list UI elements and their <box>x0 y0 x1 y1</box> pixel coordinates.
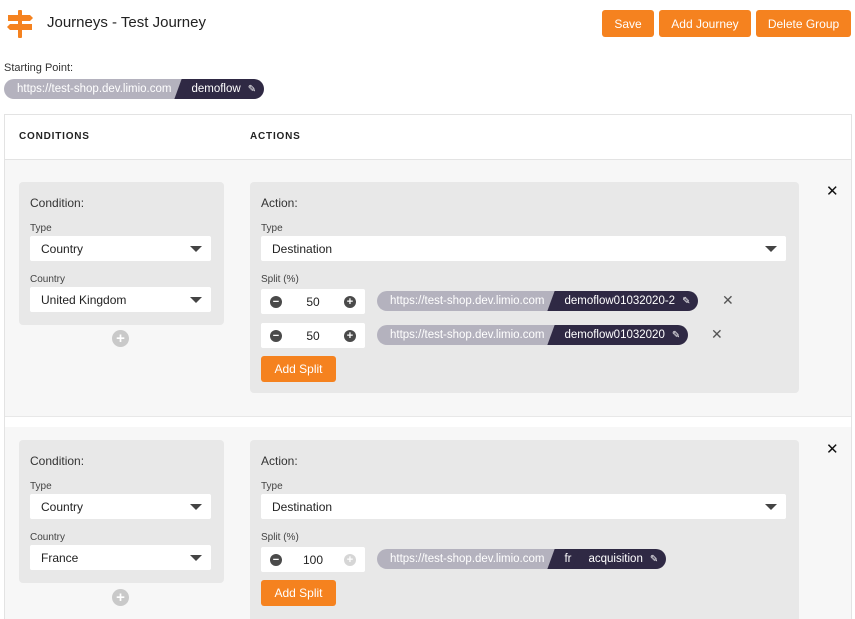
chevron-down-icon <box>765 504 777 510</box>
destination-path[interactable]: demoflow01032020 ✎ <box>556 325 689 345</box>
starting-point-path[interactable]: demoflow ✎ <box>183 79 265 99</box>
starting-point-base-url: https://test-shop.dev.limio.com <box>4 79 184 99</box>
country-label: Country <box>30 274 66 285</box>
save-button[interactable]: Save <box>602 10 654 37</box>
destination-segment-text: fr <box>564 553 572 565</box>
split-stepper[interactable]: − 100 + <box>261 547 365 572</box>
condition-type-select[interactable]: Country <box>30 494 211 519</box>
signpost-logo-icon <box>7 10 33 38</box>
action-card: Action: Type Destination Split (%) − 50 … <box>250 182 799 393</box>
split-stepper[interactable]: − 50 + <box>261 323 365 348</box>
action-type-value: Destination <box>272 241 333 256</box>
plus-icon[interactable]: + <box>343 295 356 308</box>
starting-point-pill[interactable]: https://test-shop.dev.limio.com demoflow… <box>4 79 265 99</box>
minus-icon[interactable]: − <box>270 329 282 342</box>
close-icon[interactable]: ✕ <box>826 182 839 200</box>
destination-pill[interactable]: https://test-shop.dev.limio.com demoflow… <box>377 325 689 345</box>
split-value: 50 <box>306 328 320 343</box>
action-type-label: Type <box>261 223 283 234</box>
condition-type-label: Type <box>30 223 52 234</box>
pencil-icon[interactable]: ✎ <box>672 330 680 341</box>
action-type-select[interactable]: Destination <box>261 494 786 519</box>
chevron-down-icon <box>190 555 202 561</box>
split-value: 50 <box>306 294 320 309</box>
split-value: 100 <box>302 552 324 567</box>
split-stepper[interactable]: − 50 + <box>261 289 365 314</box>
remove-split-icon[interactable]: ✕ <box>722 292 734 309</box>
starting-point-path-text: demoflow <box>191 83 241 95</box>
destination-path-text: acquisition <box>588 553 643 565</box>
journey-row: Condition: Type Country Country United K… <box>5 160 851 416</box>
plus-icon[interactable]: + <box>343 329 356 342</box>
condition-type-select[interactable]: Country <box>30 236 211 261</box>
plus-icon: + <box>344 553 356 566</box>
add-split-button[interactable]: Add Split <box>261 356 336 382</box>
row-divider <box>5 416 851 427</box>
split-label: Split (%) <box>261 274 299 285</box>
pencil-icon[interactable]: ✎ <box>248 84 256 95</box>
journey-panel: CONDITIONS ACTIONS Condition: Type Count… <box>4 114 852 619</box>
destination-pill[interactable]: https://test-shop.dev.limio.com fr acqui… <box>377 549 667 569</box>
destination-base-url: https://test-shop.dev.limio.com <box>377 291 557 311</box>
country-select[interactable]: France <box>30 545 211 570</box>
action-title: Action: <box>261 454 298 468</box>
condition-type-value: Country <box>41 499 84 514</box>
action-type-select[interactable]: Destination <box>261 236 786 261</box>
destination-base-url: https://test-shop.dev.limio.com <box>377 549 557 569</box>
chevron-down-icon <box>190 246 202 252</box>
minus-icon[interactable]: − <box>270 553 282 566</box>
pencil-icon[interactable]: ✎ <box>682 296 690 307</box>
destination-path-text: demoflow01032020 <box>564 329 665 341</box>
country-label: Country <box>30 532 66 543</box>
add-condition-icon[interactable]: + <box>112 589 129 606</box>
country-value: United Kingdom <box>41 292 127 307</box>
destination-base-url: https://test-shop.dev.limio.com <box>377 325 557 345</box>
country-value: France <box>41 550 79 565</box>
condition-card: Condition: Type Country Country United K… <box>19 182 224 325</box>
actions-header: ACTIONS <box>250 131 301 142</box>
conditions-header: CONDITIONS <box>19 131 90 142</box>
condition-type-value: Country <box>41 241 84 256</box>
starting-point-label: Starting Point: <box>4 62 74 74</box>
chevron-down-icon <box>190 297 202 303</box>
chevron-down-icon <box>190 504 202 510</box>
condition-type-label: Type <box>30 481 52 492</box>
journey-row: Condition: Type Country Country France +… <box>5 427 851 619</box>
chevron-down-icon <box>765 246 777 252</box>
action-card: Action: Type Destination Split (%) − 100… <box>250 440 799 619</box>
condition-title: Condition: <box>30 196 85 210</box>
pencil-icon[interactable]: ✎ <box>650 554 658 565</box>
split-label: Split (%) <box>261 532 299 543</box>
add-journey-button[interactable]: Add Journey <box>659 10 751 37</box>
delete-group-button[interactable]: Delete Group <box>756 10 851 37</box>
action-title: Action: <box>261 196 298 210</box>
condition-card: Condition: Type Country Country France <box>19 440 224 583</box>
add-condition-icon[interactable]: + <box>112 330 129 347</box>
remove-split-icon[interactable]: ✕ <box>711 326 723 343</box>
destination-path-text: demoflow01032020-2 <box>564 295 676 307</box>
action-type-value: Destination <box>272 499 333 514</box>
close-icon[interactable]: ✕ <box>826 440 839 458</box>
minus-icon[interactable]: − <box>270 295 282 308</box>
page-title: Journeys - Test Journey <box>47 14 206 31</box>
add-split-button[interactable]: Add Split <box>261 580 336 606</box>
action-type-label: Type <box>261 481 283 492</box>
country-select[interactable]: United Kingdom <box>30 287 211 312</box>
destination-pill[interactable]: https://test-shop.dev.limio.com demoflow… <box>377 291 699 311</box>
condition-title: Condition: <box>30 454 85 468</box>
destination-path[interactable]: acquisition ✎ <box>579 549 667 569</box>
destination-path[interactable]: demoflow01032020-2 ✎ <box>556 291 699 311</box>
